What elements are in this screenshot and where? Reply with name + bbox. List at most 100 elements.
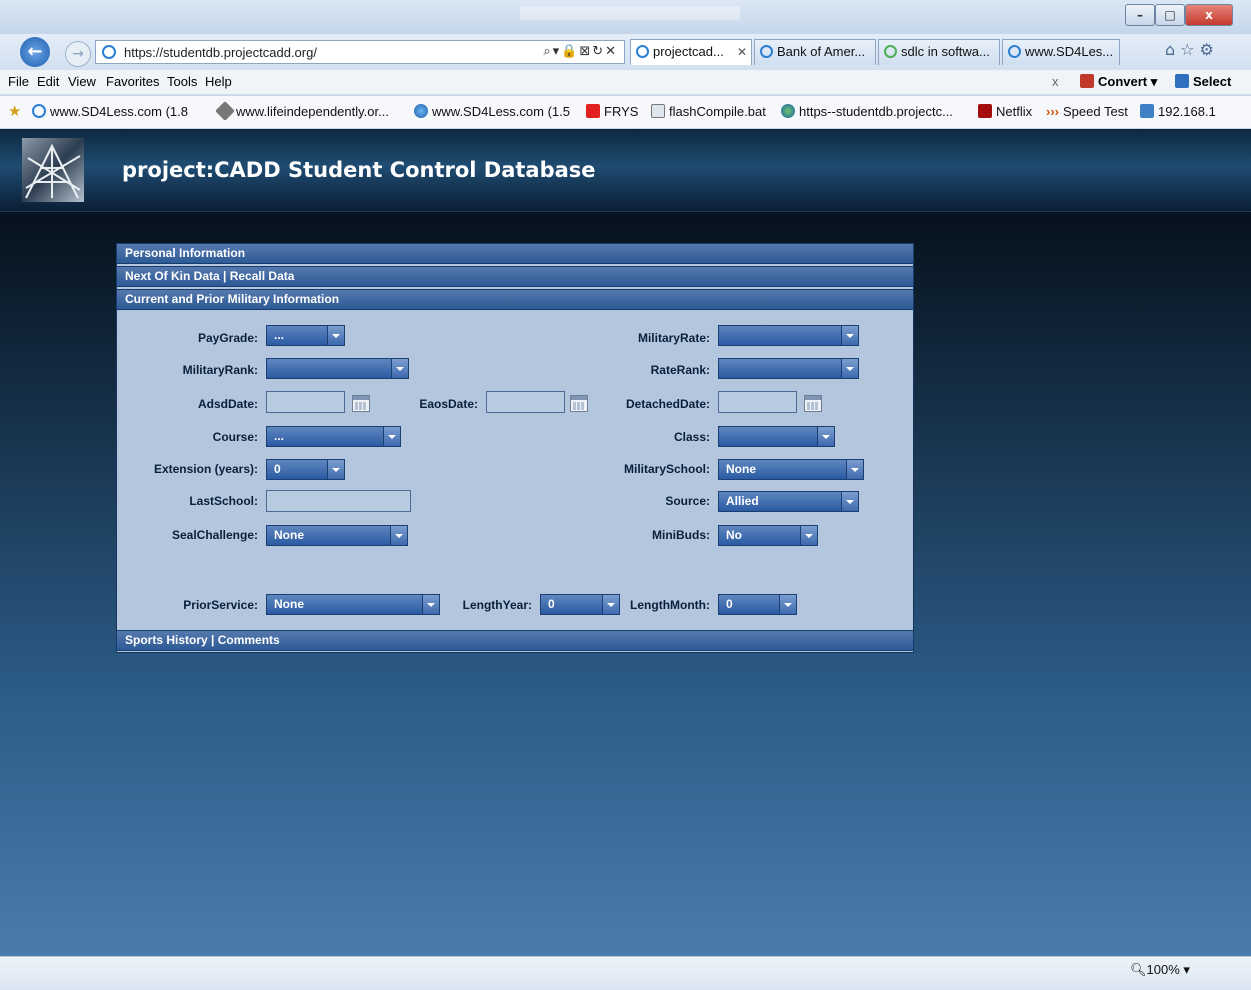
back-icon[interactable]: ← — [20, 37, 50, 67]
menu-edit[interactable]: Edit — [37, 74, 59, 89]
router-icon — [1140, 104, 1154, 118]
militaryrank-select[interactable] — [266, 358, 409, 379]
lengthyear-label: LengthYear: — [462, 598, 532, 612]
toolbar-close-icon[interactable]: x — [1052, 74, 1059, 89]
favorite-lifeindependently[interactable]: www.lifeindependently.or... — [215, 101, 389, 121]
tab-projectcadd[interactable]: projectcad... ✕ — [630, 39, 752, 65]
raterank-select[interactable] — [718, 358, 859, 379]
window-titlebar — [0, 0, 1251, 34]
favorite-label: www.SD4Less.com (1.5 — [432, 104, 570, 119]
militaryrate-select[interactable] — [718, 325, 859, 346]
lengthmonth-select[interactable]: 0 — [718, 594, 797, 615]
window-title — [520, 6, 740, 20]
militaryschool-label: MilitarySchool: — [623, 462, 710, 476]
adsddate-label: AdsdDate: — [197, 397, 258, 411]
tab-label: www.SD4Les... — [1025, 44, 1114, 59]
ie-tab-icon — [636, 45, 649, 58]
menu-file[interactable]: File — [8, 74, 29, 89]
forward-icon[interactable]: → — [65, 41, 91, 67]
lengthmonth-label: LengthMonth: — [630, 598, 710, 612]
minibuds-select[interactable]: No — [718, 525, 818, 546]
menu-view[interactable]: View — [68, 74, 96, 89]
detacheddate-calendar-icon[interactable] — [804, 395, 822, 412]
convert-button[interactable]: Convert ▾ — [1080, 74, 1157, 90]
convert-icon — [1080, 74, 1094, 88]
address-controls-icons[interactable]: ⌕▾🔒⊠↻✕ — [543, 44, 618, 59]
zoom-control[interactable]: 🔍︎100% ▾ — [1130, 962, 1190, 978]
course-label: Course: — [212, 430, 258, 444]
sealchallenge-value: None — [274, 528, 304, 542]
section-sports-history[interactable]: Sports History | Comments — [116, 630, 914, 651]
adsddate-input[interactable] — [266, 391, 345, 413]
tab-bank-of-america[interactable]: Bank of Amer... — [754, 39, 876, 65]
paygrade-label: PayGrade: — [197, 331, 258, 345]
maximize-button[interactable]: □ — [1155, 4, 1185, 26]
home-favorites-settings-icons[interactable]: ⌂☆⚙ — [1165, 40, 1219, 59]
tab-label: projectcad... — [653, 44, 724, 59]
chevron-down-icon — [817, 427, 834, 446]
address-text[interactable]: https://studentdb.projectcadd.org/ — [124, 45, 317, 60]
zoom-level: 100% — [1146, 962, 1180, 977]
chevron-down-icon — [846, 460, 863, 479]
course-value: ... — [274, 429, 285, 443]
favorites-star-icon[interactable]: ★ — [8, 102, 21, 120]
site-logo — [22, 138, 84, 202]
globe-icon — [414, 104, 428, 118]
adsddate-calendar-icon[interactable] — [352, 395, 370, 412]
extension-select[interactable]: 0 — [266, 459, 345, 480]
tab-sdlc[interactable]: sdlc in softwa... — [878, 39, 1000, 65]
paygrade-select[interactable]: ... — [266, 325, 345, 346]
favorite-label: 192.168.1 — [1158, 104, 1216, 119]
chevron-down-icon — [779, 595, 796, 614]
lengthyear-value: 0 — [548, 597, 555, 611]
minimize-button[interactable]: – — [1125, 4, 1155, 26]
chevron-down-icon — [800, 526, 817, 545]
google-tab-icon — [884, 45, 897, 58]
convert-label: Convert — [1098, 74, 1148, 89]
favorite-flashcompile[interactable]: flashCompile.bat — [651, 104, 766, 119]
zoom-icon: 🔍︎ — [1130, 962, 1147, 977]
favorite-netflix[interactable]: Netflix — [978, 104, 1032, 119]
detacheddate-input[interactable] — [718, 391, 797, 413]
priorservice-label: PriorService: — [183, 598, 258, 612]
favorite-speedtest[interactable]: ››› Speed Test — [1046, 104, 1128, 119]
favorite-router[interactable]: 192.168.1 — [1140, 104, 1216, 119]
menu-favorites[interactable]: Favorites — [106, 74, 159, 89]
extension-value: 0 — [274, 462, 281, 476]
favorite-sd4less-1[interactable]: www.SD4Less.com (1.8 — [32, 104, 188, 119]
close-button[interactable]: x — [1185, 4, 1233, 26]
lastschool-input[interactable] — [266, 490, 411, 512]
frys-icon — [586, 104, 600, 118]
lengthyear-select[interactable]: 0 — [540, 594, 620, 615]
class-label: Class: — [673, 430, 710, 444]
select-button[interactable]: Select — [1175, 74, 1231, 89]
menu-tools[interactable]: Tools — [167, 74, 197, 89]
tab-sd4less[interactable]: www.SD4Les... — [1002, 39, 1120, 65]
ie-tab-icon — [1008, 45, 1021, 58]
sealchallenge-select[interactable]: None — [266, 525, 408, 546]
course-select[interactable]: ... — [266, 426, 401, 447]
source-select[interactable]: Allied — [718, 491, 859, 512]
eaosdate-input[interactable] — [486, 391, 565, 413]
globe-icon — [781, 104, 795, 118]
chevron-down-icon — [327, 460, 344, 479]
detacheddate-label: DetachedDate: — [625, 397, 710, 411]
menu-help[interactable]: Help — [205, 74, 232, 89]
chevron-down-icon — [422, 595, 439, 614]
section-next-of-kin[interactable]: Next Of Kin Data | Recall Data — [116, 266, 914, 287]
section-personal-information[interactable]: Personal Information — [116, 243, 914, 264]
favorite-label: Netflix — [996, 104, 1033, 119]
favorite-frys[interactable]: FRYS — [586, 104, 638, 119]
favorite-label: www.lifeindependently.or... — [236, 104, 389, 119]
class-select[interactable] — [718, 426, 835, 447]
militaryschool-select[interactable]: None — [718, 459, 864, 480]
favorite-studentdb[interactable]: https--studentdb.projectc... — [781, 104, 953, 119]
priorservice-select[interactable]: None — [266, 594, 440, 615]
chevron-down-icon — [391, 359, 408, 378]
diamond-icon — [215, 101, 235, 121]
address-bar[interactable]: https://studentdb.projectcadd.org/ ⌕▾🔒⊠↻… — [95, 40, 625, 64]
close-tab-icon[interactable]: ✕ — [737, 40, 747, 64]
favorite-sd4less-2[interactable]: www.SD4Less.com (1.5 — [414, 104, 570, 119]
chevron-down-icon — [841, 326, 858, 345]
section-military-information[interactable]: Current and Prior Military Information — [116, 289, 914, 310]
